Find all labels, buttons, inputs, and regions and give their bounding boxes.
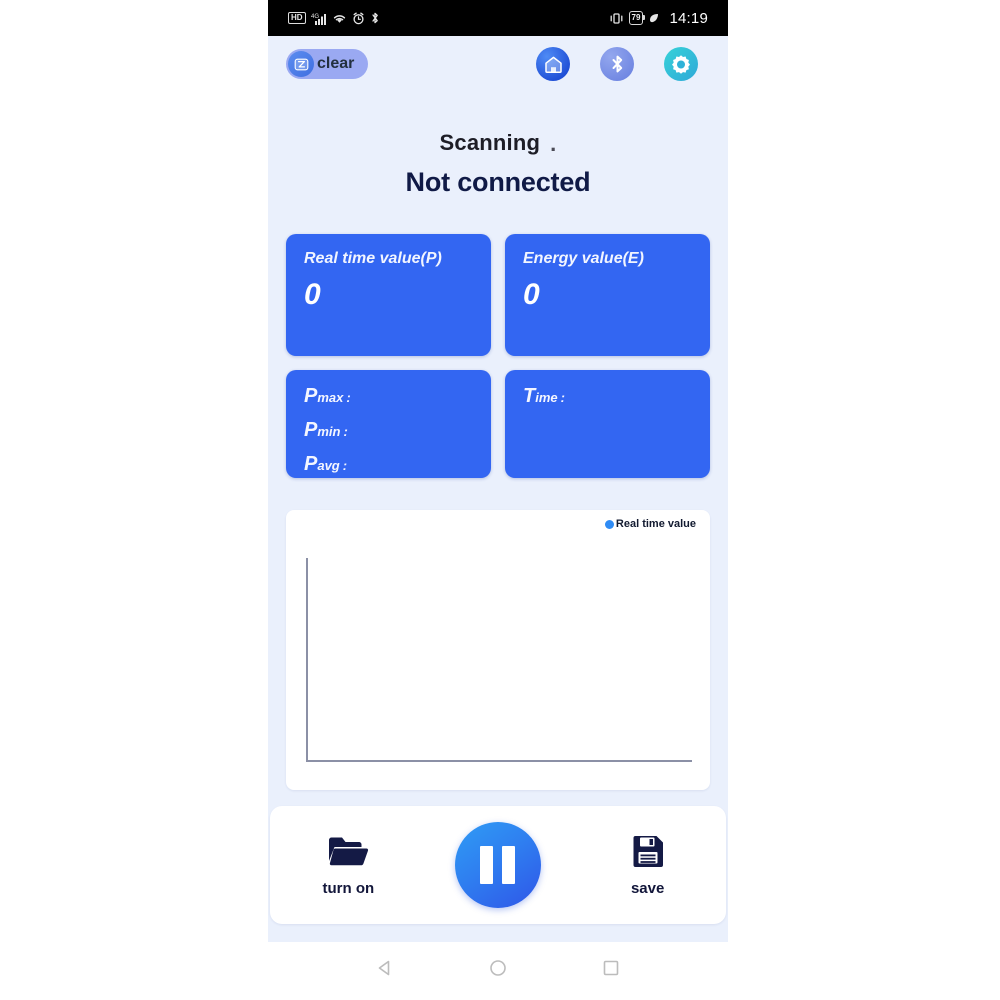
pavg-prefix: P	[304, 453, 318, 476]
clear-badge-icon	[288, 51, 314, 77]
pause-icon	[480, 846, 494, 885]
folder-icon	[326, 834, 370, 875]
time-card[interactable]: Time:	[505, 370, 710, 479]
scanning-dots: .	[550, 131, 557, 157]
legend-label: Real time value	[615, 518, 696, 531]
real-time-value-card[interactable]: Real time value(P) 0	[286, 234, 491, 357]
recents-square-icon[interactable]	[600, 957, 622, 979]
gear-icon[interactable]	[664, 47, 698, 81]
battery-icon: 79	[628, 11, 646, 25]
power-stats-card[interactable]: Pmax: Pmin: Pavg:	[286, 370, 491, 479]
hd-label: HD	[288, 12, 306, 24]
real-time-value-number: 0	[304, 277, 321, 311]
pmax-prefix: P	[304, 385, 318, 408]
pmin-prefix: P	[304, 419, 318, 442]
real-time-value-title: Real time value(P)	[304, 250, 442, 268]
floppy-disk-icon	[630, 834, 666, 875]
control-bar: turn on save	[270, 806, 726, 925]
connection-state-label: Not connected	[405, 167, 591, 198]
pavg-row: Pavg:	[304, 454, 475, 474]
clear-button[interactable]: clear	[286, 49, 369, 79]
charging-leaf-icon	[648, 12, 660, 24]
home-icon[interactable]	[536, 47, 570, 81]
bluetooth-icon[interactable]	[600, 47, 634, 81]
turn-on-button[interactable]: turn on	[298, 834, 398, 896]
android-navigation-bar	[268, 942, 728, 994]
metric-card-grid: Real time value(P) 0 Energy value(E) 0 P…	[286, 234, 710, 479]
chart-plot-area	[306, 558, 692, 763]
pause-icon-second-bar	[502, 846, 516, 885]
save-label: save	[630, 880, 665, 898]
legend-dot-icon	[604, 520, 614, 530]
battery-level-label: 79	[631, 13, 641, 22]
alarm-clock-icon	[352, 12, 365, 25]
energy-value-title: Energy value(E)	[523, 250, 644, 268]
vibrate-icon	[609, 12, 624, 25]
bluetooth-icon	[370, 11, 380, 25]
toolbar-icon-group	[536, 47, 710, 81]
chart-x-axis	[306, 760, 692, 763]
scanning-label: Scanning	[439, 130, 541, 155]
back-triangle-icon[interactable]	[374, 957, 396, 979]
save-button[interactable]: save	[598, 834, 698, 896]
clear-button-label: clear	[317, 55, 355, 72]
hd-icon: HD	[288, 12, 306, 24]
home-circle-icon[interactable]	[487, 957, 509, 979]
pavg-sub: avg	[317, 458, 340, 474]
energy-value-card[interactable]: Energy value(E) 0	[505, 234, 710, 357]
time-sub: ime	[535, 390, 558, 406]
phone-screen: HD 4G 79 14:19 clear Scanning . Not conn…	[268, 0, 728, 994]
pmax-row: Pmax:	[304, 386, 475, 406]
pmax-colon: :	[346, 390, 351, 406]
time-row: Time:	[523, 386, 694, 406]
signal-bars-icon: 4G	[311, 12, 327, 25]
app-toolbar: clear	[268, 36, 728, 92]
wifi-icon	[332, 12, 347, 24]
pavg-colon: :	[342, 458, 348, 474]
android-status-bar: HD 4G 79 14:19	[268, 0, 728, 36]
status-bar-right-icons: 79 14:19	[609, 10, 708, 27]
chart-legend: Real time value	[604, 518, 696, 531]
connection-status-block: Scanning. Not connected	[268, 92, 728, 198]
pmax-sub: max	[317, 390, 344, 406]
energy-value-number: 0	[523, 277, 540, 311]
pause-button[interactable]	[454, 822, 541, 909]
scanning-row: Scanning.	[268, 130, 728, 157]
realtime-chart[interactable]: Real time value	[286, 510, 710, 791]
turn-on-label: turn on	[322, 880, 375, 898]
pmin-colon: :	[343, 424, 348, 440]
pmin-sub: min	[317, 424, 341, 440]
status-bar-left-icons: HD 4G	[288, 11, 380, 25]
time-colon: :	[560, 390, 565, 406]
pmin-row: Pmin:	[304, 420, 475, 440]
chart-y-axis	[306, 558, 308, 763]
time-prefix: T	[523, 385, 536, 408]
status-bar-clock: 14:19	[669, 9, 708, 27]
